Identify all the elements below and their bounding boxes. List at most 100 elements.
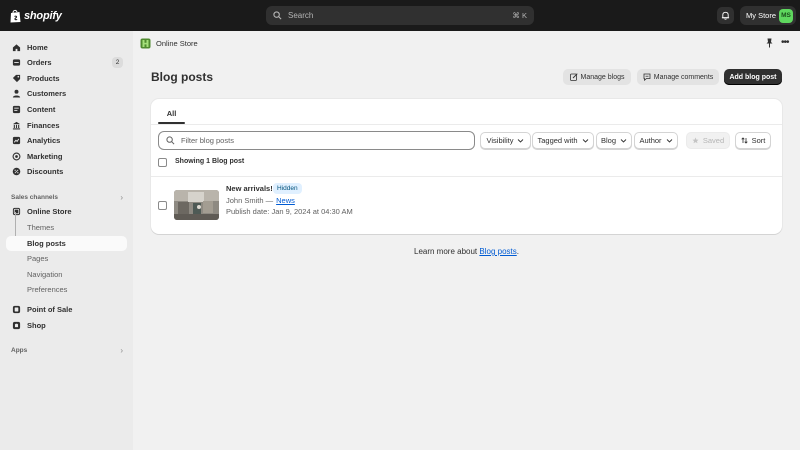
shopify-logo[interactable]: shopify [10, 8, 62, 24]
shop-icon [12, 321, 21, 330]
sidebar-item-content[interactable]: Content [6, 102, 127, 117]
orders-icon [12, 59, 21, 66]
page-title: Blog posts [151, 70, 213, 84]
sidebar-item-label: Content [27, 105, 56, 114]
edit-icon [569, 73, 578, 81]
sidebar-item-label: Orders [27, 58, 52, 67]
manage-blogs-label: Manage blogs [580, 73, 625, 81]
saved-view-label: Saved [702, 136, 725, 145]
manage-comments-button[interactable]: Manage comments [637, 69, 719, 85]
blog-filter-button[interactable]: Blog [596, 132, 632, 149]
learn-more-suffix: . [516, 247, 519, 256]
sidebar-item-marketing[interactable]: Marketing [6, 149, 127, 164]
home-icon [12, 44, 21, 52]
store-menu-button[interactable]: My Store MS [740, 6, 796, 25]
tag-icon [12, 74, 21, 83]
select-all-checkbox[interactable] [158, 158, 167, 167]
sidebar-subitem-label: Preferences [27, 285, 68, 294]
add-blog-post-label: Add blog post [729, 73, 777, 81]
breadcrumb[interactable]: Online Store [140, 37, 198, 50]
sidebar-subitem-navigation[interactable]: Navigation [6, 267, 127, 282]
sidebar-subitem-pages[interactable]: Pages [6, 251, 127, 266]
sidebar-item-orders[interactable]: Orders 2 [6, 55, 127, 70]
sidebar-subitem-label: Blog posts [27, 239, 66, 248]
sidebar-item-label: Finances [27, 121, 60, 130]
sidebar-item-customers[interactable]: Customers [6, 86, 127, 101]
learn-more-text: Learn more about Blog posts. [151, 247, 782, 256]
sidebar-item-point-of-sale[interactable]: Point of Sale [6, 302, 127, 317]
sort-label: Sort [751, 136, 766, 145]
sidebar-subitem-preferences[interactable]: Preferences [6, 282, 127, 297]
saved-view-button[interactable]: Saved [686, 132, 730, 149]
more-actions-icon[interactable]: ••• [781, 37, 789, 48]
status-badge: Hidden [273, 183, 302, 194]
global-search-bar[interactable]: Search ⌘ K [266, 6, 534, 25]
sidebar-item-home[interactable]: Home [6, 40, 127, 55]
online-store-icon [140, 38, 151, 49]
top-bar: shopify Search ⌘ K My Store MS [0, 0, 800, 31]
notifications-button[interactable] [717, 7, 734, 24]
sort-button[interactable]: Sort [735, 132, 771, 149]
sales-channels-label: Sales channels [11, 194, 58, 201]
apps-heading[interactable]: Apps › [11, 346, 123, 355]
sidebar-item-finances[interactable]: Finances [6, 118, 127, 133]
author-filter-button[interactable]: Author [634, 132, 678, 149]
add-blog-post-button[interactable]: Add blog post [724, 69, 782, 85]
chevron-down-icon [666, 139, 672, 143]
chevron-right-icon: › [120, 193, 123, 202]
chevron-right-icon: › [120, 346, 123, 355]
avatar: MS [779, 8, 793, 23]
post-thumbnail[interactable] [174, 190, 219, 220]
filter-search-field[interactable] [158, 131, 475, 150]
sidebar-item-label: Analytics [27, 136, 61, 145]
visibility-filter-button[interactable]: Visibility [480, 132, 531, 149]
manage-blogs-button[interactable]: Manage blogs [563, 69, 631, 85]
bell-icon [721, 11, 730, 20]
sidebar-item-products[interactable]: Products [6, 71, 127, 86]
post-blog-link[interactable]: News [276, 196, 295, 205]
tab-all[interactable]: All [158, 104, 185, 123]
sidebar-subitem-label: Themes [27, 223, 55, 232]
sidebar-item-shop[interactable]: Shop [6, 318, 127, 333]
search-placeholder: Search [288, 11, 314, 20]
tagged-with-filter-label: Tagged with [537, 136, 578, 145]
content-icon [12, 105, 21, 114]
row-checkbox[interactable] [158, 201, 167, 210]
filter-search-input[interactable] [181, 136, 467, 145]
store-name: My Store [746, 11, 777, 20]
sidebar-item-discounts[interactable]: Discounts [6, 164, 127, 179]
chevron-down-icon [620, 139, 627, 143]
sidebar-item-analytics[interactable]: Analytics [6, 133, 127, 148]
sidebar-item-label: Marketing [27, 152, 63, 161]
author-filter-label: Author [639, 136, 662, 145]
sidebar-item-label: Discounts [27, 167, 64, 176]
sidebar-item-label: Customers [27, 89, 67, 98]
tab-label: All [166, 109, 177, 118]
sidebar-subitem-themes[interactable]: Themes [6, 220, 127, 235]
post-image [174, 190, 219, 220]
post-publish-date: Publish date: Jan 9, 2024 at 04:30 AM [226, 207, 353, 216]
learn-more-link[interactable]: Blog posts [479, 247, 516, 256]
pin-icon[interactable] [765, 38, 774, 48]
visibility-filter-label: Visibility [486, 136, 514, 145]
learn-more-prefix: Learn more about [414, 247, 478, 256]
comment-icon [643, 73, 651, 81]
tagged-with-filter-button[interactable]: Tagged with [532, 132, 594, 149]
sidebar-item-label: Shop [27, 321, 46, 330]
sidebar-item-online-store[interactable]: Online Store [6, 204, 127, 219]
sidebar-subitem-label: Pages [27, 254, 49, 263]
chevron-down-icon [582, 139, 588, 143]
person-icon [12, 89, 21, 98]
sidebar-item-label: Online Store [27, 207, 72, 216]
post-title[interactable]: New arrivals! [226, 184, 273, 193]
breadcrumb-label: Online Store [156, 39, 198, 48]
sidebar-subitem-blog-posts[interactable]: Blog posts [6, 236, 127, 251]
search-icon [273, 11, 282, 20]
shopify-wordmark: shopify [24, 10, 62, 22]
pos-icon [12, 305, 21, 314]
search-shortcut: ⌘ K [512, 11, 527, 20]
discount-icon [12, 167, 21, 176]
sidebar-subitem-label: Navigation [27, 270, 63, 279]
chart-icon [12, 136, 21, 145]
sales-channels-heading[interactable]: Sales channels › [11, 193, 123, 202]
